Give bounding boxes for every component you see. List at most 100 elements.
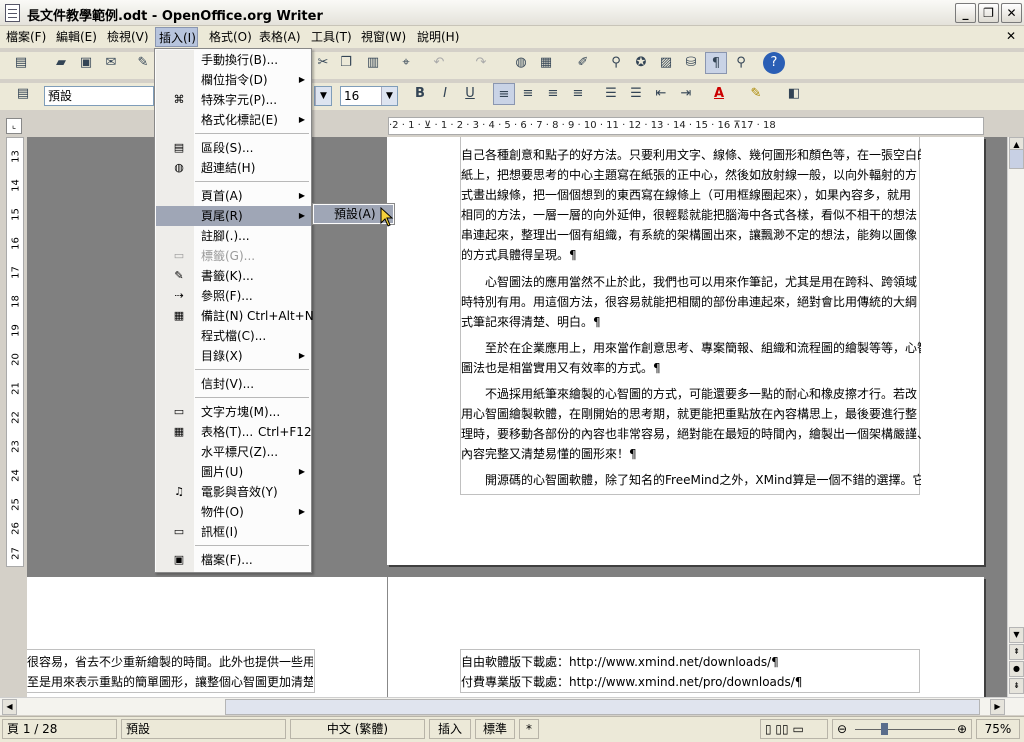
insert-mode[interactable]: 插入 xyxy=(429,719,471,739)
menu-item-header[interactable]: 頁首(A) ▶ xyxy=(156,186,311,206)
vertical-scrollbar[interactable]: ▲ ▼ ⇞ ● ⇟ xyxy=(1007,137,1024,697)
menu-insert-active[interactable]: 插入(I) xyxy=(155,27,198,47)
gallery-icon[interactable]: ▨ xyxy=(655,52,677,74)
zoom-slider[interactable]: ⊖ ⊕ xyxy=(832,719,972,739)
document-close-button[interactable]: ✕ xyxy=(1006,29,1016,43)
minimize-button[interactable]: _ xyxy=(955,3,976,23)
scroll-thumb[interactable] xyxy=(1009,149,1024,169)
align-left-icon[interactable]: ≡ xyxy=(493,83,515,105)
tab-stop-selector[interactable]: ⌞ xyxy=(6,118,22,134)
styles-formatting-icon[interactable]: ▤ xyxy=(12,83,34,105)
menu-insert[interactable]: 插入(I) xyxy=(159,29,196,46)
menu-window[interactable]: 視窗(W) xyxy=(359,29,408,45)
navigator-icon[interactable]: ✪ xyxy=(630,52,652,74)
menu-item-frame[interactable]: ▭ 訊框(I) xyxy=(156,522,311,542)
menu-table[interactable]: 表格(A) xyxy=(257,29,303,45)
menu-item-cross-reference[interactable]: ⇢ 參照(F)... xyxy=(156,286,311,306)
menu-item-manual-break[interactable]: 手動換行(B)... xyxy=(156,50,311,70)
find-replace-icon[interactable]: ⚲ xyxy=(605,52,627,74)
menu-item-footer[interactable]: 頁尾(R) ▶ xyxy=(156,206,311,226)
menu-item-bookmark[interactable]: ✎ 書籤(K)... xyxy=(156,266,311,286)
zoom-level[interactable]: 75% xyxy=(976,719,1020,739)
menu-item-script[interactable]: 程式檔(C)... xyxy=(156,326,311,346)
text-frame-left[interactable]: 很容易，省去不少重新繪製的時間。此外也提供一些用 至是用來表示重點的簡單圖形，讓… xyxy=(27,649,315,693)
close-button[interactable]: ✕ xyxy=(1001,3,1022,23)
selection-mode[interactable]: 標準 xyxy=(475,719,515,739)
decrease-indent-icon[interactable]: ⇤ xyxy=(650,83,672,105)
undo-icon[interactable]: ↶ xyxy=(428,52,450,74)
menu-item-table[interactable]: ▦ 表格(T)... Ctrl+F12 xyxy=(156,422,312,442)
zoom-thumb[interactable] xyxy=(881,723,888,735)
menu-item-formatting-mark[interactable]: 格式化標記(E) ▶ xyxy=(156,110,311,130)
redo-icon[interactable]: ↷ xyxy=(470,52,492,74)
save-icon[interactable]: ▣ xyxy=(75,52,97,74)
menu-item-file[interactable]: ▣ 檔案(F)... xyxy=(156,550,311,570)
menu-item-picture[interactable]: 圖片(U) ▶ xyxy=(156,462,311,482)
page-indicator[interactable]: 頁 1 / 28 xyxy=(2,719,117,739)
scroll-down-icon[interactable]: ▼ xyxy=(1009,627,1024,643)
cut-icon[interactable]: ✂ xyxy=(312,52,334,74)
italic-button[interactable]: I xyxy=(434,83,456,105)
bold-button[interactable]: B xyxy=(409,83,431,105)
zoom-out-icon[interactable]: ⊖ xyxy=(837,720,847,738)
menu-help[interactable]: 說明(H) xyxy=(415,29,461,45)
copy-icon[interactable]: ❐ xyxy=(335,52,357,74)
increase-indent-icon[interactable]: ⇥ xyxy=(675,83,697,105)
draw-functions-icon[interactable]: ✐ xyxy=(572,52,594,74)
hyperlink-icon[interactable]: ◍ xyxy=(510,52,532,74)
menu-item-indexes[interactable]: 目錄(X) ▶ xyxy=(156,346,311,366)
edit-file-icon[interactable]: ✎ xyxy=(132,52,154,74)
menu-format[interactable]: 格式(O) xyxy=(207,29,254,45)
menu-tools[interactable]: 工具(T) xyxy=(309,29,354,45)
align-center-icon[interactable]: ≡ xyxy=(517,83,539,105)
menu-edit[interactable]: 編輯(E) xyxy=(54,29,99,45)
highlight-icon[interactable]: ✎ xyxy=(745,83,767,105)
language-status[interactable]: 中文 (繁體) xyxy=(290,719,425,739)
maximize-button[interactable]: ❐ xyxy=(978,3,999,23)
justify-icon[interactable]: ≡ xyxy=(567,83,589,105)
vertical-ruler[interactable]: 13 14 15 16 17 18 19 20 21 22 23 24 25 2… xyxy=(6,137,24,567)
hscroll-thumb[interactable] xyxy=(225,699,980,715)
underline-button[interactable]: U xyxy=(459,83,481,105)
next-page-icon[interactable]: ⇟ xyxy=(1009,678,1024,694)
help-icon[interactable]: ? xyxy=(763,52,785,74)
numbering-icon[interactable]: ☰ xyxy=(600,83,622,105)
font-color-icon[interactable]: A xyxy=(708,83,730,105)
download-link-pro[interactable]: 付費專業版下載處：http://www.xmind.net/pro/downlo… xyxy=(461,672,921,692)
menu-item-envelope[interactable]: 信封(V)... xyxy=(156,374,311,394)
menu-item-special-character[interactable]: ⌘ 特殊字元(P)... xyxy=(156,90,311,110)
font-size-combo[interactable]: 16 ▼ xyxy=(340,86,398,106)
open-folder-icon[interactable]: ▰ xyxy=(50,52,72,74)
scroll-right-icon[interactable]: ▶ xyxy=(990,699,1005,715)
menu-item-comment[interactable]: ▦ 備註(N) Ctrl+Alt+N xyxy=(156,306,314,326)
background-color-icon[interactable]: ◧ xyxy=(783,83,805,105)
formatting-marks-icon[interactable]: ¶ xyxy=(705,52,727,74)
menu-item-text-box[interactable]: ▭ 文字方塊(M)... xyxy=(156,402,311,422)
view-layout-icons[interactable]: ▯ ▯▯ ▭ xyxy=(760,719,828,739)
menu-item-footnote[interactable]: 註腳(.)... xyxy=(156,226,311,246)
email-icon[interactable]: ✉ xyxy=(100,52,122,74)
zoom-in-icon[interactable]: ⊕ xyxy=(957,720,967,738)
navigate-icon[interactable]: ● xyxy=(1009,661,1024,677)
menu-item-fields[interactable]: 欄位指令(D) ▶ xyxy=(156,70,311,90)
chevron-down-icon[interactable]: ▼ xyxy=(381,87,397,105)
page-style[interactable]: 預設 xyxy=(121,719,286,739)
horizontal-scrollbar[interactable]: ◀ ▶ xyxy=(0,697,1024,715)
bullets-icon[interactable]: ☰ xyxy=(625,83,647,105)
data-sources-icon[interactable]: ⛁ xyxy=(680,52,702,74)
paragraph-style-combo[interactable]: 預設 xyxy=(44,86,154,106)
menu-item-movie-sound[interactable]: ♫ 電影與音效(Y) xyxy=(156,482,311,502)
chevron-down-icon[interactable]: ▼ xyxy=(315,87,331,105)
font-name-combo[interactable]: ▼ xyxy=(314,86,332,106)
menu-item-object[interactable]: 物件(O) ▶ xyxy=(156,502,311,522)
menu-view[interactable]: 檢視(V) xyxy=(105,29,151,45)
new-document-icon[interactable]: ▤ xyxy=(10,52,32,74)
download-link-free[interactable]: 自由軟體版下載處：http://www.xmind.net/downloads/… xyxy=(461,652,921,672)
menu-item-section[interactable]: ▤ 區段(S)... xyxy=(156,138,311,158)
text-frame-right[interactable]: 自由軟體版下載處：http://www.xmind.net/downloads/… xyxy=(460,649,920,693)
paste-icon[interactable]: ▥ xyxy=(362,52,384,74)
menu-item-horizontal-ruler[interactable]: 水平標尺(Z)... xyxy=(156,442,311,462)
horizontal-ruler[interactable]: ·2 · 1 · ⊻ · 1 · 2 · 3 · 4 · 5 · 6 · 7 ·… xyxy=(388,117,984,135)
table-icon[interactable]: ▦ xyxy=(535,52,557,74)
prev-page-icon[interactable]: ⇞ xyxy=(1009,644,1024,660)
